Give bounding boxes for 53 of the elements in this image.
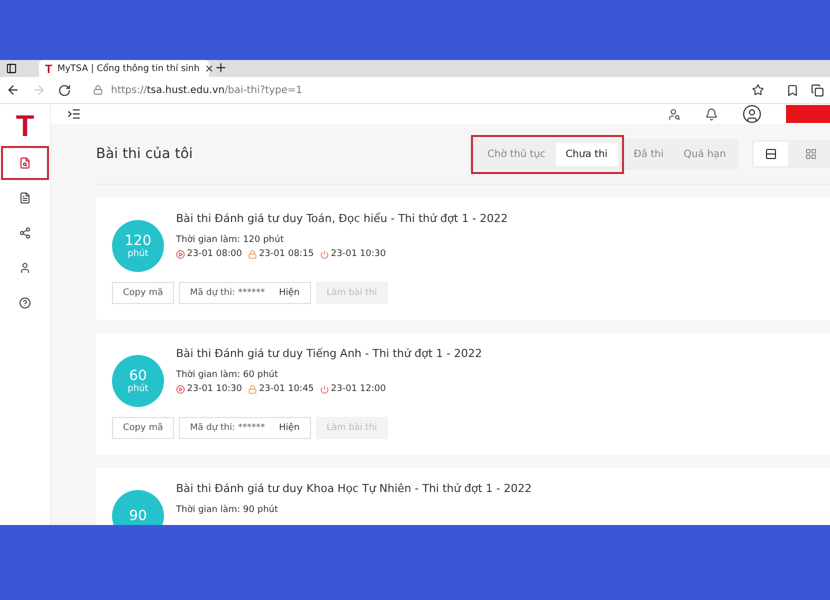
- user-search-icon[interactable]: [668, 108, 681, 120]
- copy-code-button[interactable]: Copy mã: [112, 282, 174, 304]
- sidebar-item[interactable]: [1, 146, 49, 180]
- time-text: 23-01 10:30: [187, 384, 242, 394]
- play-icon: [176, 384, 185, 394]
- reload-icon[interactable]: [58, 84, 71, 96]
- duration-number: 90: [129, 508, 147, 524]
- duration-text: Thời gian làm: 120 phút: [176, 235, 285, 245]
- share-icon: [19, 227, 31, 239]
- time-text: 23-01 08:15: [258, 249, 314, 259]
- exam-title: Bài thi Đánh giá tư duy Toán, Đọc hiểu - Thi thử đợt 1 - 2022: [176, 212, 508, 225]
- bookmark-icon[interactable]: [786, 84, 799, 96]
- star-icon[interactable]: [752, 84, 764, 96]
- avatar-icon[interactable]: [742, 104, 762, 124]
- document-icon: [19, 157, 31, 169]
- play-icon: [176, 250, 185, 258]
- menu-icon[interactable]: [67, 107, 81, 121]
- tab-logo: T: [45, 62, 52, 76]
- duration-number: 60: [129, 368, 147, 384]
- exam-code-button[interactable]: Mã dự thi: ****** Hiện: [178, 282, 311, 304]
- rows-icon: [765, 148, 777, 160]
- time-text: 23-01 10:45: [258, 384, 314, 394]
- time-text: 23-01 12:00: [330, 384, 386, 394]
- user-icon: [19, 262, 31, 274]
- url-text: https://tsa.hust.edu.vn/bai-thi?type=1: [111, 84, 302, 96]
- lock-icon: [93, 85, 103, 95]
- help-icon: [19, 297, 31, 309]
- grid-icon: [805, 148, 817, 160]
- duration-unit: phút: [128, 384, 148, 394]
- time-text: 23-01 08:00: [187, 249, 242, 259]
- exam-title: Bài thi Đánh giá tư duy Tiếng Anh - Thi thử đợt 1 - 2022: [176, 347, 482, 360]
- document-icon: [19, 192, 31, 204]
- power-icon: [320, 384, 329, 394]
- filter-tab[interactable]: Chưa thi: [556, 142, 618, 166]
- bell-icon[interactable]: [705, 108, 718, 120]
- duration-text: Thời gian làm: 60 phút: [176, 370, 280, 380]
- exam-code-button[interactable]: Mã dự thi: ****** Hiện: [178, 417, 311, 439]
- power-icon: [320, 250, 329, 258]
- duration-unit: phút: [128, 249, 148, 259]
- back-icon[interactable]: [6, 83, 20, 97]
- logo: T: [16, 112, 34, 142]
- lock-icon: [248, 250, 257, 258]
- tab-title: MyTSA | Cổng thông tin thí sinh: [57, 64, 200, 74]
- panel-icon[interactable]: [6, 63, 17, 74]
- duration-number: 120: [124, 233, 152, 249]
- list-view-button[interactable]: [754, 142, 788, 166]
- page-title: Bài thi của tôi: [96, 146, 194, 162]
- lock-icon: [248, 384, 257, 394]
- time-text: 23-01 10:30: [330, 249, 386, 259]
- duration-text: Thời gian làm: 90 phút: [176, 505, 280, 515]
- new-tab-button[interactable]: +: [215, 60, 227, 77]
- exam-title: Bài thi Đánh giá tư duy Khoa Học Tự Nhiên - Thi thử đợt 1 - 2022: [176, 482, 532, 495]
- copy-code-button[interactable]: Copy mã: [112, 417, 174, 439]
